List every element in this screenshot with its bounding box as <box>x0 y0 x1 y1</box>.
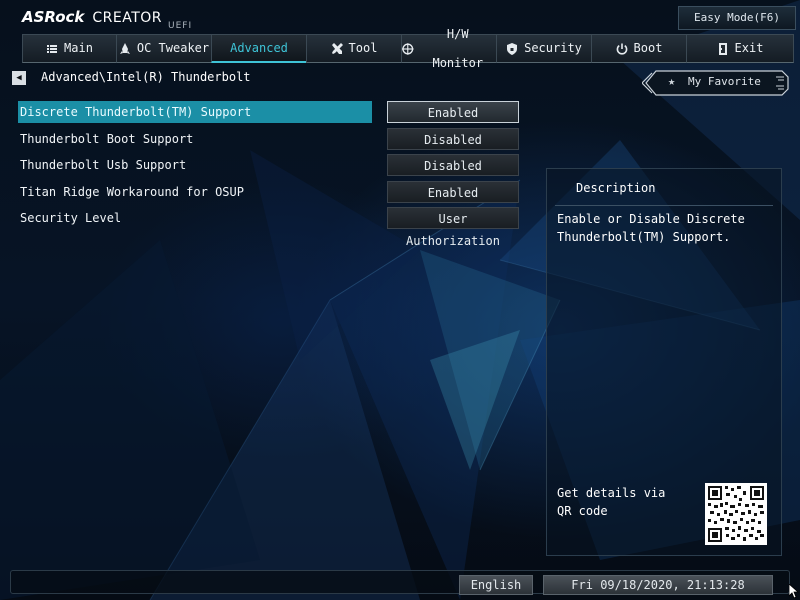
my-favorite-button[interactable]: ★ My Favorite <box>642 68 792 98</box>
tab-hw-monitor-label: H/W Monitor <box>432 26 484 70</box>
description-title: Description <box>576 181 656 195</box>
setting-titan-ridge-workaround[interactable]: Titan Ridge Workaround for OSUP Enabled <box>18 181 519 203</box>
tab-exit[interactable]: Exit <box>686 34 794 63</box>
description-text: Enable or Disable Discrete Thunderbolt(T… <box>557 212 745 244</box>
tab-security[interactable]: Security <box>496 34 592 63</box>
description-divider <box>555 205 773 206</box>
brand-suffix: UEFI <box>168 21 193 31</box>
tab-hw-monitor[interactable]: H/W Monitor <box>401 27 497 70</box>
crosshair-icon <box>402 42 414 55</box>
tab-oc-tweaker-label: OC Tweaker <box>136 41 210 55</box>
language-button[interactable]: English <box>459 575 533 595</box>
star-icon: ★ <box>668 74 676 88</box>
tab-boot[interactable]: Boot <box>591 34 687 63</box>
tab-exit-label: Exit <box>734 41 764 55</box>
tools-icon <box>331 42 343 54</box>
setting-thunderbolt-boot-support[interactable]: Thunderbolt Boot Support Disabled <box>18 128 519 150</box>
tab-tool-label: Tool <box>348 41 378 55</box>
my-favorite-label: My Favorite <box>688 75 761 88</box>
power-icon <box>616 43 627 55</box>
setting-value-dropdown[interactable]: Disabled <box>387 154 519 176</box>
setting-discrete-thunderbolt-support[interactable]: Discrete Thunderbolt(TM) Support Enabled <box>18 101 519 123</box>
mouse-cursor-icon <box>789 584 799 598</box>
setting-label: Security Level <box>20 211 122 225</box>
tab-security-label: Security <box>524 41 582 55</box>
setting-security-level[interactable]: Security Level User Authorization <box>18 207 519 248</box>
brand-name: ASRock <box>22 8 85 26</box>
setting-thunderbolt-usb-support[interactable]: Thunderbolt Usb Support Disabled <box>18 154 519 176</box>
brand-logo: ASRock CREATOR UEFI <box>22 8 193 31</box>
setting-label: Titan Ridge Workaround for OSUP <box>20 185 244 199</box>
bios-screen: ASRock CREATOR UEFI Easy Mode(F6) Main O… <box>0 0 800 600</box>
brand-series: CREATOR <box>92 10 163 26</box>
tab-advanced[interactable]: Advanced <box>211 34 307 63</box>
tab-tool[interactable]: Tool <box>306 34 402 63</box>
qr-details-text: Get details via QR code <box>557 486 666 518</box>
setting-value-dropdown[interactable]: Disabled <box>387 128 519 150</box>
setting-label: Discrete Thunderbolt(TM) Support <box>18 101 372 123</box>
list-icon <box>47 44 58 53</box>
setting-value-dropdown[interactable]: User Authorization <box>387 207 519 248</box>
tab-main-label: Main <box>64 41 93 55</box>
easy-mode-button[interactable]: Easy Mode(F6) <box>678 6 796 30</box>
description-panel: Description Enable or Disable Discrete T… <box>546 168 782 556</box>
qr-code-image <box>705 483 767 545</box>
shield-icon <box>507 42 518 55</box>
rocket-icon <box>119 42 130 54</box>
setting-value-dropdown[interactable]: Enabled <box>387 101 519 123</box>
setting-label: Thunderbolt Boot Support <box>20 132 194 146</box>
setting-label: Thunderbolt Usb Support <box>20 158 187 172</box>
exit-door-icon <box>718 42 727 55</box>
tab-advanced-label: Advanced <box>230 40 288 55</box>
tab-main[interactable]: Main <box>22 34 117 63</box>
setting-value-dropdown[interactable]: Enabled <box>387 181 519 203</box>
breadcrumb: Advanced\Intel(R) Thunderbolt <box>41 70 251 84</box>
tab-oc-tweaker[interactable]: OC Tweaker <box>116 34 212 63</box>
back-arrow-button[interactable]: ◀ <box>12 71 26 85</box>
main-tab-bar: Main OC Tweaker Advanced Tool H/W Monito… <box>22 27 796 70</box>
tab-boot-label: Boot <box>633 41 663 55</box>
system-datetime[interactable]: Fri 09/18/2020, 21:13:28 <box>543 575 773 595</box>
